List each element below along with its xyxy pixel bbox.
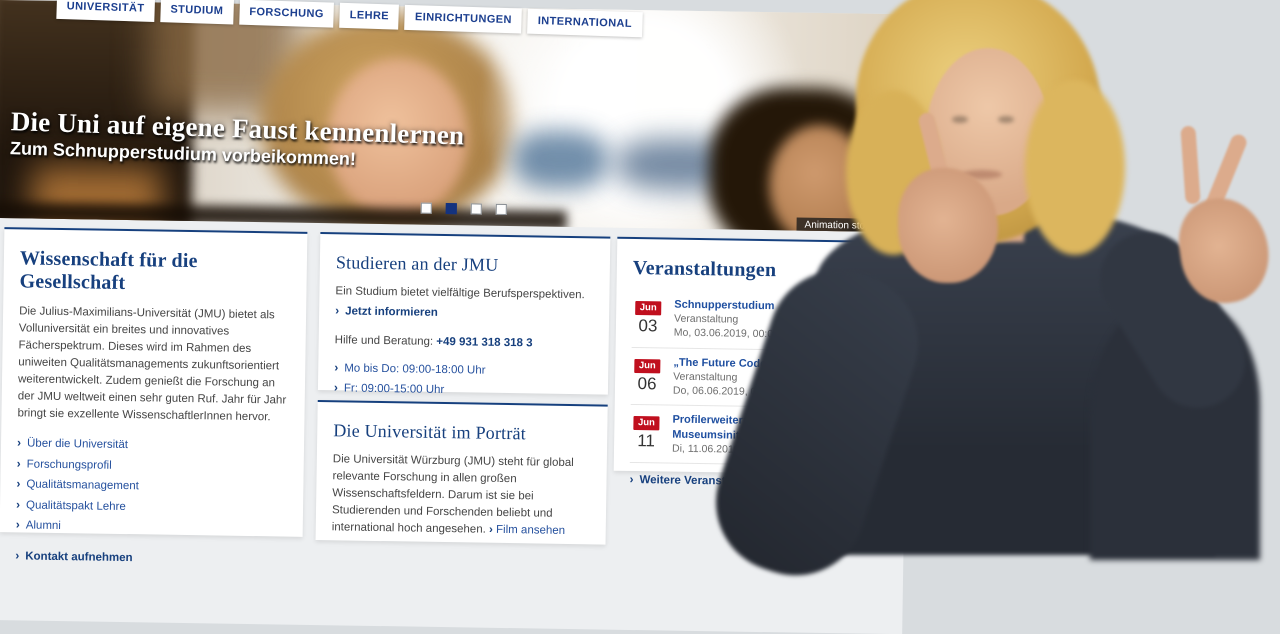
chevron-right-icon: ›: [17, 455, 21, 471]
link-jetzt-informieren[interactable]: ›Jetzt informieren: [335, 302, 593, 324]
event-title[interactable]: Profilerweiterung mit der stud. Museumsi…: [672, 413, 886, 445]
carousel-dot-1[interactable]: [421, 203, 432, 214]
hours-mo-do[interactable]: ›Mo bis Do: 09:00-18:00 Uhr: [334, 359, 592, 381]
nav-tab-lehre[interactable]: LEHRE: [339, 3, 399, 30]
interpreter-neck: [952, 192, 1024, 242]
chevron-right-icon: ›: [335, 302, 339, 318]
card-portrait-title: Die Universität im Porträt: [333, 420, 591, 445]
card-science-title: Wissenschaft für die Gesellschaft: [19, 247, 291, 297]
event-day: 06: [631, 374, 663, 395]
nav-tab-einrichtungen[interactable]: EINRICHTUNGEN: [405, 5, 523, 34]
event-row[interactable]: Jun 06 „The Future Code“ 2019: KI und de…: [631, 348, 888, 410]
link-weitere-veranstaltungen[interactable]: ›Weitere Veranstaltungen: [629, 471, 885, 493]
interpreter-finger: [917, 111, 951, 188]
card-study-intro: Ein Studium bietet vielfältige Berufsper…: [335, 283, 593, 304]
link-forschungsprofil[interactable]: ›Forschungsprofil: [17, 455, 288, 477]
interpreter-finger: [1201, 132, 1249, 220]
chevron-right-icon: ›: [334, 379, 338, 395]
card-study: Studieren an der JMU Ein Studium bietet …: [318, 232, 610, 395]
event-row[interactable]: Jun 03 Schnupperstudium Veranstaltung Mo…: [632, 290, 889, 352]
nav-tab-universitaet[interactable]: UNIVERSITÄT: [56, 0, 154, 22]
event-month: Jun: [633, 416, 660, 430]
link-qualitaetspakt-lehre[interactable]: ›Qualitätspakt Lehre: [16, 496, 287, 518]
link-qualitaetsmanagement[interactable]: ›Qualitätsmanagement: [16, 475, 287, 497]
phone-number[interactable]: +49 931 318 318 3: [436, 335, 532, 349]
interpreter-torso: [1090, 300, 1260, 560]
event-day: 03: [632, 316, 664, 337]
hero-carousel: Die Uni auf eigene Faust kennenlernen Zu…: [0, 0, 912, 232]
interpreter-eye: [998, 116, 1014, 123]
event-date: Do, 06.06.2019, 08:00 - 07.06.20: [673, 384, 887, 402]
hero-photo-blob: [512, 130, 608, 189]
interpreter-arm: [1082, 214, 1263, 425]
stop-animation-button[interactable]: Animation stoppen: [796, 218, 895, 233]
card-portrait-body: Die Universität Würzburg (JMU) steht für…: [332, 451, 591, 540]
event-date-badge: Jun 03: [632, 297, 665, 340]
event-day: 11: [630, 431, 662, 452]
event-date-badge: Jun 06: [631, 355, 664, 398]
interpreter-face: [925, 48, 1051, 216]
event-body: Profilerweiterung mit der stud. Museumsi…: [672, 413, 887, 459]
interpreter-hand: [898, 168, 998, 283]
interpreter-eye: [952, 116, 968, 123]
help-line: Hilfe und Beratung: +49 931 318 318 3: [335, 332, 593, 353]
interpreter-hair: [1025, 80, 1125, 255]
card-portrait: Die Universität im Porträt Die Universit…: [316, 400, 608, 545]
event-body: Schnupperstudium Veranstaltung Mo, 03.06…: [674, 298, 889, 344]
chevron-right-icon: ›: [16, 516, 20, 532]
nav-tab-forschung[interactable]: FORSCHUNG: [239, 0, 334, 28]
event-date-badge: Jun 11: [630, 412, 663, 455]
website-frame: Die Uni auf eigene Faust kennenlernen Zu…: [0, 0, 912, 634]
carousel-dot-2[interactable]: [446, 203, 457, 214]
office-hours: ›Mo bis Do: 09:00-18:00 Uhr ›Fr: 09:00-1…: [334, 359, 593, 401]
chevron-right-icon: ›: [334, 359, 338, 375]
card-events: Veranstaltungen Jun 03 Schnupperstudium …: [614, 237, 906, 475]
nav-tab-international[interactable]: INTERNATIONAL: [527, 9, 642, 38]
card-events-title: Veranstaltungen: [633, 257, 889, 284]
chevron-right-icon: ›: [16, 475, 20, 491]
event-body: „The Future Code“ 2019: KI und der Veran…: [673, 355, 888, 401]
interpreter-mouth: [962, 170, 1002, 179]
carousel-dots: [421, 203, 507, 215]
hero-photo-blob: [31, 166, 162, 233]
nav-tab-studium[interactable]: STUDIUM: [160, 0, 234, 24]
interpreter-hand: [1173, 192, 1275, 308]
card-science: Wissenschaft für die Gesellschaft Die Ju…: [0, 227, 307, 537]
carousel-dot-4[interactable]: [496, 204, 507, 215]
chevron-right-icon: ›: [15, 547, 19, 563]
chevron-right-icon: ›: [17, 434, 21, 450]
event-month: Jun: [634, 359, 661, 373]
hours-fr[interactable]: ›Fr: 09:00-15:00 Uhr: [334, 379, 592, 401]
interpreter-thumb: [1180, 126, 1200, 205]
card-study-title: Studieren an der JMU: [336, 252, 594, 277]
event-month: Jun: [635, 301, 662, 315]
chevron-right-icon: ›: [629, 471, 633, 487]
card-science-body: Die Julius-Maximilians-Universität (JMU)…: [17, 303, 290, 426]
link-ueber-die-universitaet[interactable]: ›Über die Universität: [17, 434, 288, 456]
link-alumni[interactable]: ›Alumni: [16, 516, 287, 538]
carousel-dot-3[interactable]: [471, 203, 482, 214]
event-date: Di, 11.06.2019, 16:15 - 17:45: [672, 441, 886, 459]
link-film-ansehen[interactable]: › Film ansehen: [489, 524, 565, 537]
event-date: Mo, 03.06.2019, 00:00 - 05.07.2019, 0: [674, 326, 888, 344]
event-row[interactable]: Jun 11 Profilerweiterung mit der stud. M…: [630, 405, 887, 467]
link-kontakt-aufnehmen[interactable]: ›Kontakt aufnehmen: [15, 547, 286, 569]
chevron-right-icon: ›: [16, 496, 20, 512]
